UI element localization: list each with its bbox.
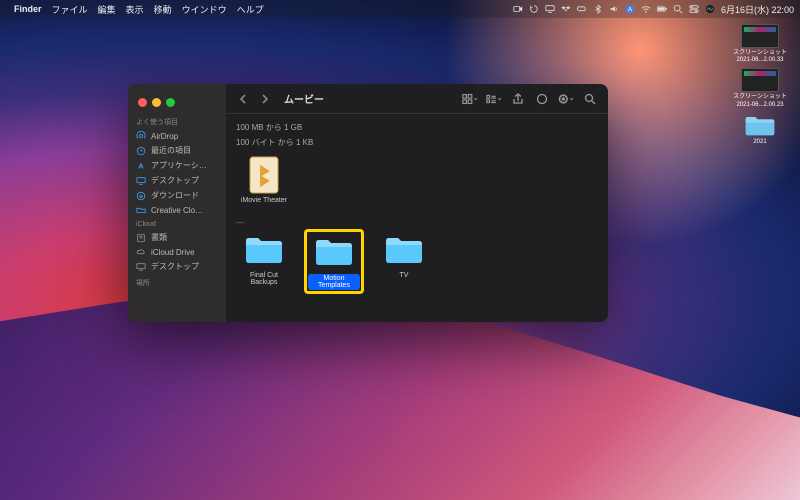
wifi-icon[interactable] bbox=[641, 4, 651, 14]
menu-help[interactable]: ヘルプ bbox=[237, 3, 264, 16]
file-item-label: Final Cut Backups bbox=[236, 272, 292, 286]
sidebar-item-folder[interactable]: Creative Clo… bbox=[128, 203, 226, 217]
view-icon-button[interactable] bbox=[462, 92, 478, 106]
folder-item[interactable]: TV bbox=[376, 231, 432, 292]
forward-button[interactable] bbox=[258, 92, 272, 106]
file-item[interactable]: iMovie Theater bbox=[236, 156, 292, 204]
svg-text:A: A bbox=[138, 161, 144, 170]
folder-item[interactable]: Final Cut Backups bbox=[236, 231, 292, 292]
sidebar-item-label: デスクトップ bbox=[151, 175, 199, 186]
minimize-button[interactable] bbox=[152, 98, 161, 107]
sidebar-header-icloud: iCloud bbox=[128, 217, 226, 230]
file-grid: Final Cut Backups Motion Templates TV bbox=[236, 227, 598, 300]
folder-icon bbox=[743, 113, 777, 137]
sidebar-item-label: デスクトップ bbox=[151, 261, 199, 272]
finder-toolbar: ムービー bbox=[226, 84, 608, 114]
sidebar-item-apps[interactable]: A アプリケーシ… bbox=[128, 158, 226, 173]
menubar: Finder ファイル 編集 表示 移動 ウインドウ ヘルプ A 6月16日(水… bbox=[0, 0, 800, 18]
file-item-label: Motion Templates bbox=[308, 274, 360, 290]
clock-icon bbox=[136, 146, 146, 156]
sidebar-item-label: iCloud Drive bbox=[151, 248, 195, 257]
sidebar-item-label: Creative Clo… bbox=[151, 206, 203, 215]
group-label: 100 MB から 1 GB bbox=[236, 122, 598, 133]
display-icon[interactable] bbox=[545, 4, 555, 14]
window-title: ムービー bbox=[284, 91, 324, 106]
back-button[interactable] bbox=[236, 92, 250, 106]
dropbox-icon[interactable] bbox=[561, 4, 571, 14]
group-label: --- bbox=[236, 218, 598, 227]
svg-text:A: A bbox=[628, 7, 633, 14]
sidebar-item-download[interactable]: ダウンロード bbox=[128, 188, 226, 203]
siri-icon[interactable] bbox=[705, 4, 715, 14]
file-grid: iMovie Theater bbox=[236, 152, 598, 212]
group-button[interactable] bbox=[486, 92, 502, 106]
finder-window[interactable]: よく使う項目 AirDrop 最近の項目 A アプリケーシ… デスクトップダウンロード C… bbox=[128, 84, 608, 322]
battery-icon[interactable] bbox=[657, 4, 667, 14]
update-icon[interactable] bbox=[529, 4, 539, 14]
file-item-label: TV bbox=[400, 272, 409, 279]
share-button[interactable] bbox=[510, 92, 526, 106]
sidebar-item-label: 書類 bbox=[151, 232, 167, 243]
finder-content[interactable]: 100 MB から 1 GB 100 バイト から 1 KB iMovie Th… bbox=[226, 114, 608, 322]
sidebar-header-locations: 場所 bbox=[128, 274, 226, 290]
folder-icon bbox=[314, 233, 354, 271]
sidebar-item-cloud[interactable]: iCloud Drive bbox=[128, 245, 226, 259]
menu-window[interactable]: ウインドウ bbox=[182, 3, 227, 16]
sidebar-item-label: ダウンロード bbox=[151, 190, 199, 201]
sidebar-item-desktop[interactable]: デスクトップ bbox=[128, 259, 226, 274]
desktop-icon bbox=[136, 176, 146, 186]
sidebar-item-airdrop[interactable]: AirDrop bbox=[128, 129, 226, 143]
desktop-item-label: スクリーンショット 2021-06...2.00.23 bbox=[730, 94, 790, 108]
folder-item[interactable]: Motion Templates bbox=[306, 231, 362, 292]
screenshot-thumbnail-icon bbox=[741, 68, 779, 92]
finder-sidebar: よく使う項目 AirDrop 最近の項目 A アプリケーシ… デスクトップダウンロード C… bbox=[128, 84, 226, 322]
zoom-icon[interactable] bbox=[513, 4, 523, 14]
desktop-icon bbox=[136, 262, 146, 272]
cloud-icon bbox=[136, 247, 146, 257]
sidebar-item-clock[interactable]: 最近の項目 bbox=[128, 143, 226, 158]
airdrop-icon bbox=[136, 131, 146, 141]
finder-main: ムービー 100 MB から 1 GB 100 バイト から 1 KB iMov… bbox=[226, 84, 608, 322]
folder-icon bbox=[244, 231, 284, 269]
imovie-theater-icon bbox=[244, 156, 284, 194]
file-item-label: iMovie Theater bbox=[241, 197, 287, 204]
sidebar-item-label: AirDrop bbox=[151, 132, 178, 141]
search-button[interactable] bbox=[582, 92, 598, 106]
window-controls bbox=[128, 90, 226, 113]
desktop-folder-2021[interactable]: 2021 bbox=[730, 113, 790, 146]
bluetooth-icon[interactable] bbox=[593, 4, 603, 14]
menu-go[interactable]: 移動 bbox=[154, 3, 172, 16]
spotlight-icon[interactable] bbox=[673, 4, 683, 14]
input-source-icon[interactable]: A bbox=[625, 4, 635, 14]
action-button[interactable] bbox=[558, 92, 574, 106]
book-icon bbox=[136, 233, 146, 243]
menubar-app-name[interactable]: Finder bbox=[14, 4, 42, 14]
menu-view[interactable]: 表示 bbox=[126, 3, 144, 16]
tags-button[interactable] bbox=[534, 92, 550, 106]
menu-file[interactable]: ファイル bbox=[52, 3, 88, 16]
control-center-icon[interactable] bbox=[689, 4, 699, 14]
apps-icon: A bbox=[136, 161, 146, 171]
sidebar-header-favorites: よく使う項目 bbox=[128, 113, 226, 129]
screenshot-thumbnail-icon bbox=[741, 24, 779, 48]
folder-icon bbox=[136, 205, 146, 215]
desktop-icons: スクリーンショット 2021-06...2.00.33 スクリーンショット 20… bbox=[730, 24, 790, 146]
zoom-button[interactable] bbox=[166, 98, 175, 107]
sidebar-item-book[interactable]: 書類 bbox=[128, 230, 226, 245]
menubar-clock[interactable]: 6月16日(水) 22:00 bbox=[721, 3, 794, 16]
desktop-item-label: スクリーンショット 2021-06...2.00.33 bbox=[730, 50, 790, 64]
desktop-item-label: 2021 bbox=[753, 139, 766, 146]
sidebar-item-label: 最近の項目 bbox=[151, 145, 191, 156]
folder-icon bbox=[384, 231, 424, 269]
sidebar-item-label: アプリケーシ… bbox=[151, 160, 207, 171]
desktop-screenshot-2[interactable]: スクリーンショット 2021-06...2.00.23 bbox=[730, 68, 790, 108]
creative-cloud-icon[interactable] bbox=[577, 4, 587, 14]
group-label: 100 バイト から 1 KB bbox=[236, 137, 598, 148]
menu-edit[interactable]: 編集 bbox=[98, 3, 116, 16]
sidebar-item-desktop[interactable]: デスクトップ bbox=[128, 173, 226, 188]
volume-icon[interactable] bbox=[609, 4, 619, 14]
download-icon bbox=[136, 191, 146, 201]
close-button[interactable] bbox=[138, 98, 147, 107]
desktop-screenshot-1[interactable]: スクリーンショット 2021-06...2.00.33 bbox=[730, 24, 790, 64]
